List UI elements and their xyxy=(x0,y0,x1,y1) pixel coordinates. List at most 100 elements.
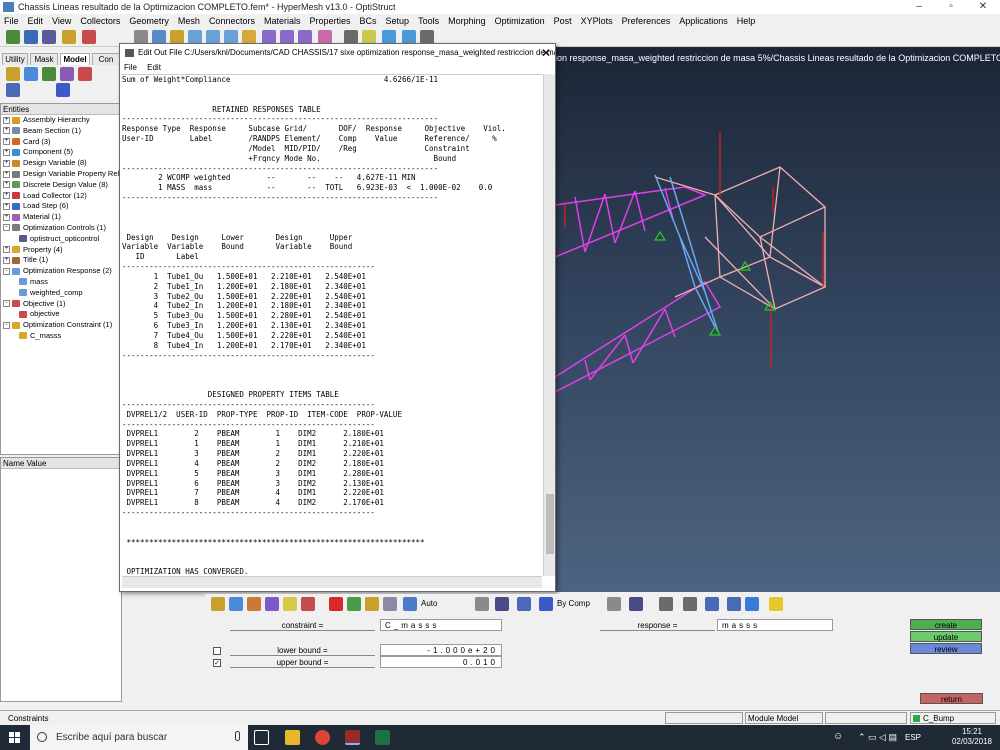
response-selector[interactable]: masss xyxy=(717,619,833,631)
menu-view[interactable]: View xyxy=(52,16,71,26)
collapse-icon[interactable]: - xyxy=(3,321,10,329)
hypermesh-taskbar-icon[interactable] xyxy=(345,730,360,745)
rotate-icon[interactable] xyxy=(134,30,148,44)
excel-icon[interactable] xyxy=(375,730,390,745)
vis-tool-icon-4[interactable] xyxy=(265,597,279,611)
browser-hide-icon[interactable] xyxy=(78,67,92,81)
upper-bound-checkbox[interactable]: ✓ xyxy=(213,659,221,667)
view-iso-icon[interactable] xyxy=(242,30,256,44)
vertical-scrollbar[interactable] xyxy=(543,74,555,576)
vis-tool-icon-15[interactable] xyxy=(659,597,673,611)
menu-applications[interactable]: Applications xyxy=(679,16,728,26)
view-top-icon[interactable] xyxy=(262,30,276,44)
browser-config-icon[interactable] xyxy=(6,83,20,97)
undo-icon[interactable] xyxy=(82,30,96,44)
tree-item[interactable]: - Objective (1) xyxy=(1,299,121,310)
menu-geometry[interactable]: Geometry xyxy=(129,16,169,26)
vis-tool-icon-16[interactable] xyxy=(683,597,697,611)
expand-icon[interactable]: + xyxy=(3,246,10,254)
graphics-viewport[interactable] xyxy=(555,47,1000,592)
vis-tool-icon-19[interactable] xyxy=(745,597,759,611)
microphone-icon[interactable] xyxy=(235,731,240,741)
menu-connectors[interactable]: Connectors xyxy=(209,16,255,26)
arrow-icon[interactable] xyxy=(402,30,416,44)
tab-connectors[interactable]: Con xyxy=(92,53,120,65)
lower-bound-checkbox[interactable] xyxy=(213,647,221,655)
vis-tool-icon-12[interactable] xyxy=(517,597,531,611)
color-mode-icon[interactable] xyxy=(539,597,553,611)
tree-item[interactable]: + Design Variable Property Rela xyxy=(1,169,123,180)
minimize-button[interactable]: – xyxy=(904,0,934,14)
entity-tree[interactable]: Entities + Assembly Hierarchy + Beam Sectio… xyxy=(0,103,123,455)
return-button[interactable]: return xyxy=(920,693,983,704)
view-y-icon[interactable] xyxy=(206,30,220,44)
tree-item[interactable]: + Material (1) xyxy=(1,212,121,223)
language-indicator[interactable]: ESP xyxy=(905,733,921,742)
menu-bcs[interactable]: BCs xyxy=(360,16,377,26)
vertical-scrollbar-thumb[interactable] xyxy=(546,494,554,554)
vis-tool-icon-6[interactable] xyxy=(301,597,315,611)
people-icon[interactable]: ☺ xyxy=(833,731,843,742)
horizontal-scrollbar[interactable] xyxy=(122,576,542,588)
vis-tool-icon-9[interactable] xyxy=(383,597,397,611)
menu-preferences[interactable]: Preferences xyxy=(622,16,671,26)
tree-item[interactable]: - Optimization Response (2) xyxy=(1,266,121,277)
collapse-icon[interactable]: - xyxy=(3,267,10,275)
tree-item[interactable]: + Design Variable (8) xyxy=(1,158,121,169)
tab-utility[interactable]: Utility xyxy=(2,53,28,65)
vis-tool-icon-1[interactable] xyxy=(211,597,225,611)
upper-bound-field[interactable]: 0.010 xyxy=(380,656,502,668)
tools-icon[interactable] xyxy=(62,30,76,44)
browser-color-icon[interactable] xyxy=(56,83,70,97)
output-menu-file[interactable]: File xyxy=(124,63,137,72)
expand-icon[interactable]: + xyxy=(3,213,10,221)
menu-optimization[interactable]: Optimization xyxy=(495,16,545,26)
open-model-icon[interactable] xyxy=(6,30,20,44)
tree-item[interactable]: - Optimization Controls (1) xyxy=(1,223,121,234)
output-text-area[interactable]: Sum of Weight*Compliance 4.6266/1E-11 RE… xyxy=(122,74,542,576)
vis-tool-icon-2[interactable] xyxy=(229,597,243,611)
browser-filter-icon[interactable] xyxy=(42,67,56,81)
menu-mesh[interactable]: Mesh xyxy=(178,16,200,26)
tree-item[interactable]: + Beam Section (1) xyxy=(1,126,121,137)
expand-icon[interactable]: + xyxy=(3,148,10,156)
zoom-icon[interactable] xyxy=(170,30,184,44)
tree-item[interactable]: + Discrete Design Value (8) xyxy=(1,180,121,191)
expand-icon[interactable]: + xyxy=(3,192,10,200)
menu-post[interactable]: Post xyxy=(554,16,572,26)
menu-morphing[interactable]: Morphing xyxy=(448,16,486,26)
menu-file[interactable]: File xyxy=(4,16,19,26)
vis-tool-icon-8[interactable] xyxy=(365,597,379,611)
collapse-icon[interactable]: - xyxy=(3,224,10,232)
tree-item[interactable]: objective xyxy=(1,309,121,320)
menu-setup[interactable]: Setup xyxy=(386,16,410,26)
tray-icons[interactable]: ⌃ ▭ ◁ ▤ xyxy=(858,732,897,743)
vis-tool-icon-5[interactable] xyxy=(283,597,297,611)
delete-icon[interactable] xyxy=(329,597,343,611)
file-explorer-icon[interactable] xyxy=(285,730,300,745)
browser-show-icon[interactable] xyxy=(60,67,74,81)
expand-icon[interactable]: + xyxy=(3,127,10,135)
menu-tools[interactable]: Tools xyxy=(418,16,439,26)
menu-edit[interactable]: Edit xyxy=(28,16,44,26)
review-button[interactable]: review xyxy=(910,643,982,654)
browser-tool-icon[interactable] xyxy=(6,67,20,81)
tree-item[interactable]: + Property (4) xyxy=(1,245,121,256)
import-icon[interactable] xyxy=(24,30,38,44)
menu-help[interactable]: Help xyxy=(737,16,756,26)
view-fit-icon[interactable] xyxy=(152,30,166,44)
display-mode-select[interactable]: Auto xyxy=(421,599,437,608)
constraint-name-field[interactable]: C_masss xyxy=(380,619,502,631)
tree-item[interactable]: - Optimization Constraint (1) xyxy=(1,320,121,331)
menu-properties[interactable]: Properties xyxy=(309,16,350,26)
expand-icon[interactable]: + xyxy=(3,256,10,264)
tree-item[interactable]: + Component (5) xyxy=(1,147,121,158)
update-button[interactable]: update xyxy=(910,631,982,642)
tree-item[interactable]: + Assembly Hierarchy xyxy=(1,115,121,126)
menu-xyplots[interactable]: XYPlots xyxy=(581,16,613,26)
vis-tool-icon-3[interactable] xyxy=(247,597,261,611)
vis-tool-icon-10[interactable] xyxy=(475,597,489,611)
menu-materials[interactable]: Materials xyxy=(264,16,301,26)
save-icon[interactable] xyxy=(42,30,56,44)
chrome-icon[interactable] xyxy=(315,730,330,745)
